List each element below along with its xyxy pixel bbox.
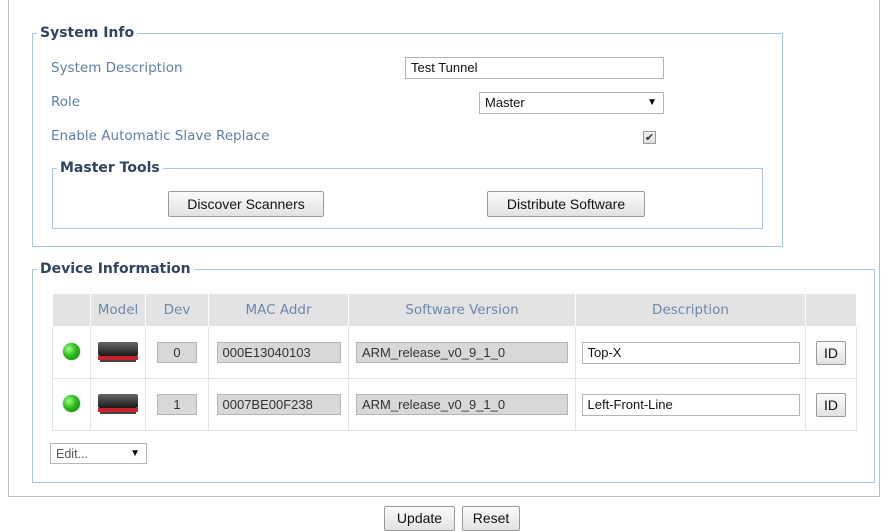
device-table: Model Dev MAC Addr Software Version Desc…: [52, 293, 857, 431]
software-column-header: Software Version: [348, 293, 576, 327]
description-input[interactable]: Left-Front-Line: [581, 393, 800, 416]
system-info-legend: System Info: [40, 25, 135, 41]
master-tools-section: Master Tools: [52, 160, 763, 229]
device-info-legend: Device Information: [40, 261, 191, 277]
dev-cell: 1: [145, 378, 209, 431]
id-button[interactable]: ID: [816, 392, 846, 417]
table-row: 0 000E13040103 ARM_release_v0_9_1_0 Top-…: [52, 326, 857, 379]
description-input[interactable]: Top-X: [581, 341, 800, 364]
checkmark-icon: ✔: [644, 131, 655, 144]
mac-cell: 000E13040103: [208, 326, 349, 379]
system-description-label: System Description: [51, 60, 183, 76]
id-button[interactable]: ID: [816, 340, 846, 365]
status-led-icon: [63, 342, 80, 360]
description-cell: Top-X: [575, 326, 806, 379]
update-button[interactable]: Update: [384, 506, 455, 531]
description-cell: Left-Front-Line: [575, 378, 806, 431]
chevron-down-icon: ▼: [130, 448, 140, 459]
mac-field: 0007BE00F238: [216, 394, 341, 415]
scanner-device-icon: [98, 340, 138, 362]
role-label: Role: [51, 94, 81, 110]
role-select[interactable]: Master ▼: [479, 92, 664, 114]
scanner-device-icon: [98, 392, 138, 414]
mac-column-header: MAC Addr: [208, 293, 349, 327]
software-field: ARM_release_v0_9_1_0: [356, 394, 568, 415]
edit-select[interactable]: Edit... ▼: [50, 443, 147, 464]
status-cell: [52, 378, 91, 431]
id-column-header: [805, 293, 857, 327]
dev-field: 1: [157, 394, 197, 415]
edit-select-value: Edit...: [56, 447, 88, 461]
dev-field: 0: [157, 342, 197, 363]
reset-button[interactable]: Reset: [462, 506, 520, 531]
auto-replace-checkbox[interactable]: ✔: [643, 131, 656, 144]
dev-cell: 0: [145, 326, 209, 379]
mac-cell: 0007BE00F238: [208, 378, 349, 431]
id-cell: ID: [805, 326, 857, 379]
software-field: ARM_release_v0_9_1_0: [356, 342, 568, 363]
status-cell: [52, 326, 91, 379]
system-description-input[interactable]: Test Tunnel: [405, 57, 664, 79]
model-cell: [90, 378, 146, 431]
software-cell: ARM_release_v0_9_1_0: [348, 378, 576, 431]
status-column-header: [52, 293, 91, 327]
model-cell: [90, 326, 146, 379]
table-row: 1 0007BE00F238 ARM_release_v0_9_1_0 Left…: [52, 378, 857, 431]
device-table-header: Model Dev MAC Addr Software Version Desc…: [52, 293, 857, 327]
model-column-header: Model: [90, 293, 146, 327]
distribute-software-button[interactable]: Distribute Software: [487, 191, 645, 217]
master-tools-legend: Master Tools: [60, 160, 160, 176]
id-cell: ID: [805, 378, 857, 431]
role-select-value: Master: [485, 95, 525, 110]
status-led-icon: [63, 394, 80, 412]
mac-field: 000E13040103: [216, 342, 341, 363]
dev-column-header: Dev: [145, 293, 209, 327]
software-cell: ARM_release_v0_9_1_0: [348, 326, 576, 379]
description-column-header: Description: [575, 293, 806, 327]
discover-scanners-button[interactable]: Discover Scanners: [168, 191, 324, 217]
chevron-down-icon: ▼: [647, 97, 657, 108]
auto-replace-label: Enable Automatic Slave Replace: [51, 128, 270, 144]
